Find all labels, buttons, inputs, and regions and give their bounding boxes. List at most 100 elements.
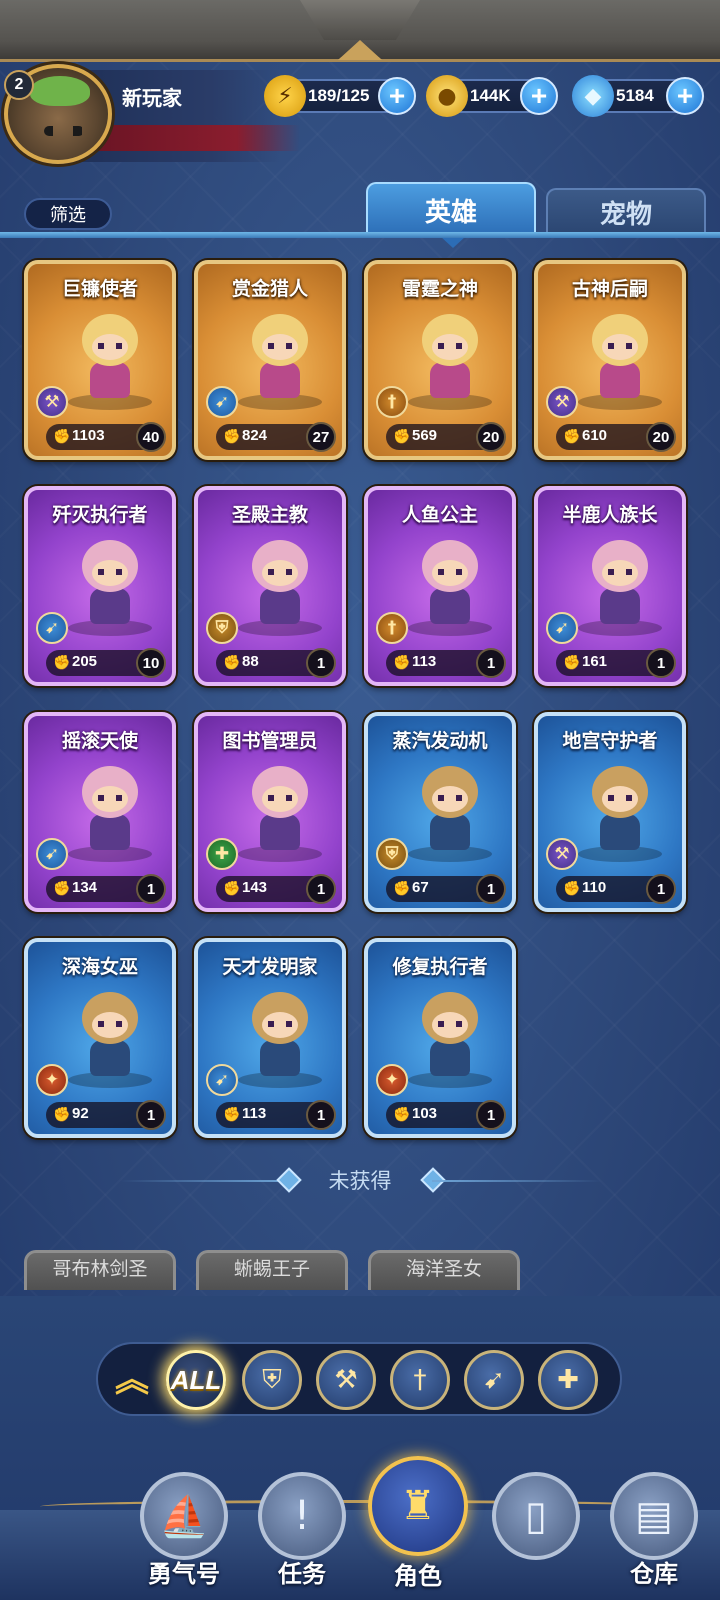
card-icon: ▯ [492,1472,580,1560]
add-gems-button[interactable]: + [666,77,704,115]
hero-body [430,1040,470,1076]
hero-power: 1103 [72,427,105,444]
locked-hero-card[interactable]: 海洋圣女 [368,1250,520,1290]
hero-portrait [72,988,148,1080]
hero-portrait [412,310,488,402]
hero-card[interactable]: 赏金猎人 ➹ ✊ 824 27 [194,260,346,460]
top-stone-frame [0,0,720,62]
collapse-chevron-icon[interactable]: ︽ [112,1358,152,1402]
unobtained-label: 未获得 [328,1169,392,1193]
hero-power: 103 [412,1105,438,1122]
fist-power-icon: ✊ [393,1107,411,1123]
hero-power: 569 [412,427,438,444]
hero-eyes [438,1021,462,1027]
gold-coin-icon: ● [426,75,468,117]
hero-card[interactable]: 天才发明家 ➹ ✊ 113 1 [194,938,346,1138]
bow-icon: ➹ [206,1064,238,1096]
add-gold-button[interactable]: + [520,77,558,115]
hero-portrait [242,310,318,402]
player-level-badge: 2 [4,70,34,100]
hero-portrait [242,536,318,628]
hero-body [90,362,130,398]
sword-icon: † [376,386,408,418]
tab-pets[interactable]: 宠物 [546,188,706,234]
add-energy-button[interactable]: + [378,77,416,115]
axe-icon[interactable]: ⚒ [316,1350,376,1410]
locked-hero-card[interactable]: 哥布林剑圣 [24,1250,176,1290]
hero-card[interactable]: 古神后嗣 ⚒ ✊ 610 20 [534,260,686,460]
sword-icon[interactable]: † [390,1350,450,1410]
hero-eyes [608,343,632,349]
fist-power-icon: ✊ [563,881,581,897]
shield-icon[interactable]: ⛨ [242,1350,302,1410]
shield-icon: ⛨ [206,612,238,644]
hero-card[interactable]: 图书管理员 ✚ ✊ 143 1 [194,712,346,912]
nav-item-cards[interactable]: ▯ [486,1462,586,1600]
cross-icon[interactable]: ✚ [538,1350,598,1410]
hero-eyes [98,1021,122,1027]
hero-body [260,814,300,850]
hero-portrait [72,310,148,402]
fist-power-icon: ✊ [563,429,581,445]
hero-card[interactable]: 摇滚天使 ➹ ✊ 134 1 [24,712,176,912]
hero-card[interactable]: 歼灭执行者 ➹ ✊ 205 10 [24,486,176,686]
hero-level: 20 [476,422,506,452]
hero-power: 824 [242,427,268,444]
hero-card[interactable]: 修复执行者 ✦ ✊ 103 1 [364,938,516,1138]
hero-power: 161 [582,653,608,670]
hero-name: 蒸汽发动机 [392,730,488,752]
hero-card[interactable]: 人鱼公主 † ✊ 113 1 [364,486,516,686]
quest-scroll-icon: ! [258,1472,346,1560]
nav-item-storage[interactable]: ▤ 仓库 [604,1462,704,1600]
hero-card[interactable]: 圣殿主教 ⛨ ✊ 88 1 [194,486,346,686]
class-filter-bar: ︽ ALL ⛨ ⚒ † ➹ ✚ [96,1342,622,1416]
hero-name: 图书管理员 [222,730,318,752]
filter-button[interactable]: 筛选 [24,198,112,230]
tab-heroes[interactable]: 英雄 [366,182,536,248]
hero-name: 赏金猎人 [231,278,308,300]
hero-name: 人鱼公主 [401,504,478,526]
nav-item-heroes[interactable]: ♜ 角色 [368,1456,468,1600]
bow-icon[interactable]: ➹ [464,1350,524,1410]
hero-card[interactable]: 蒸汽发动机 ⛨ ✊ 67 1 [364,712,516,912]
hero-card[interactable]: 半鹿人族长 ➹ ✊ 161 1 [534,486,686,686]
ship-icon: ⛵ [140,1472,228,1560]
hero-card[interactable]: 巨镰使者 ⚒ ✊ 1103 40 [24,260,176,460]
hero-level: 1 [306,1100,336,1130]
energy-counter: ⚡ 189/125 + [264,75,416,117]
hero-name: 歼灭执行者 [52,504,148,526]
hero-card[interactable]: 地宫守护者 ⚒ ✊ 110 1 [534,712,686,912]
hero-body [260,362,300,398]
shield-icon: ⛨ [376,838,408,870]
hero-name: 摇滚天使 [61,730,138,752]
locked-hero-card[interactable]: 蜥蜴王子 [196,1250,348,1290]
hero-eyes [268,343,292,349]
hero-level: 1 [136,874,166,904]
helmet-icon: ♜ [368,1456,468,1556]
hero-level: 1 [646,648,676,678]
nav-item-quests[interactable]: ! 任务 [252,1462,352,1600]
avatar-eyes [44,126,84,136]
hero-card[interactable]: 深海女巫 ✦ ✊ 92 1 [24,938,176,1138]
fist-power-icon: ✊ [393,655,411,671]
nav-item-courage[interactable]: ⛵ 勇气号 [134,1462,234,1600]
hero-eyes [98,569,122,575]
diamond-icon: ◆ [572,75,614,117]
axe-icon: ⚒ [36,386,68,418]
hero-body [90,588,130,624]
bow-icon: ➹ [36,612,68,644]
hero-power: 88 [242,653,259,670]
hero-power: 134 [72,879,98,896]
hero-name: 地宫守护者 [562,730,658,752]
fist-power-icon: ✊ [223,1107,241,1123]
fist-power-icon: ✊ [223,429,241,445]
hero-eyes [438,569,462,575]
hero-body [600,814,640,850]
avatar-leaf [30,76,90,106]
fist-power-icon: ✊ [393,881,411,897]
hero-card[interactable]: 雷霆之神 † ✊ 569 20 [364,260,516,460]
hero-portrait [582,310,658,402]
nav-label: 任务 [278,1560,326,1588]
hero-name: 古神后嗣 [571,278,648,300]
class-filter-all[interactable]: ALL [166,1350,226,1410]
